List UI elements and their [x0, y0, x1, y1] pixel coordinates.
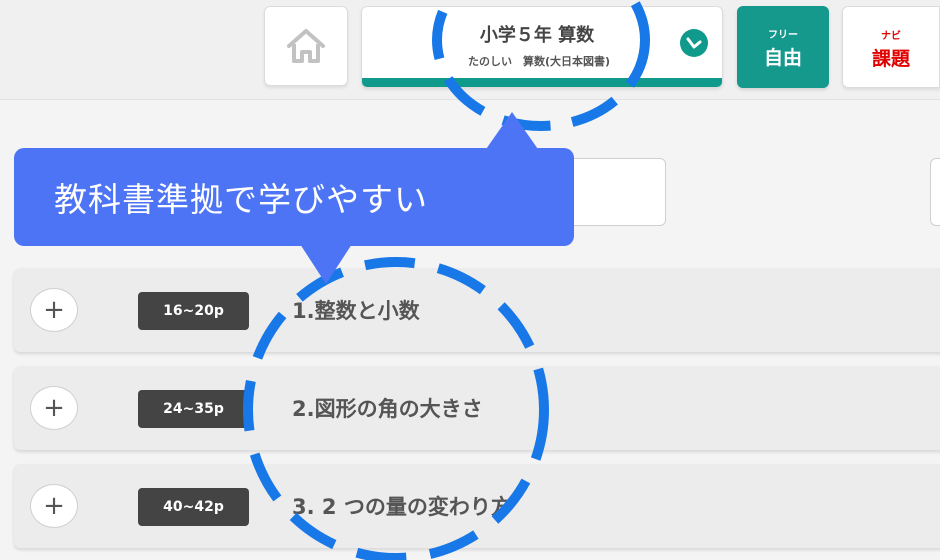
navi-task-label: 課題 [871, 48, 910, 70]
free-mode-small-label: フリー [768, 30, 798, 41]
callout-text: 教科書準拠で学びやすい [54, 180, 428, 219]
page-range-badge: 24~35p [138, 390, 249, 428]
chapter-row[interactable]: + 24~35p 2.図形の角の大きさ [14, 366, 940, 450]
free-mode-label: 自由 [763, 47, 802, 69]
callout-pointer-up [484, 112, 540, 152]
chapter-row[interactable]: + 16~20p 1.整数と小数 [14, 268, 940, 352]
chapter-row[interactable]: + 40~42p 3. 2 つの量の変わり方 [14, 464, 940, 548]
feature-callout: 教科書準拠で学びやすい [14, 148, 574, 246]
expand-plus-icon[interactable]: + [30, 484, 78, 528]
course-selector[interactable]: 小学５年 算数 たのしい 算数(大日本図書) [361, 6, 723, 88]
top-bar: 小学５年 算数 たのしい 算数(大日本図書) フリー 自由 ナビ 課題 [0, 0, 940, 100]
navi-task-button[interactable]: ナビ 課題 [842, 6, 940, 88]
home-button[interactable] [264, 6, 348, 86]
expand-plus-icon[interactable]: + [30, 288, 78, 332]
chapter-title: 2.図形の角の大きさ [292, 397, 483, 421]
course-textbook: たのしい 算数(大日本図書) [467, 55, 611, 68]
check-circle-icon [680, 29, 708, 57]
expand-plus-icon[interactable]: + [30, 386, 78, 430]
course-active-indicator [362, 78, 722, 87]
navi-small-label: ナビ [881, 31, 901, 42]
free-mode-button[interactable]: フリー 自由 [737, 6, 829, 88]
page-range-badge: 40~42p [138, 488, 249, 526]
home-icon [287, 29, 325, 63]
course-title: 小学５年 算数 [479, 25, 595, 46]
chapter-title: 3. 2 つの量の変わり方 [292, 495, 512, 519]
page-range-badge: 16~20p [138, 292, 249, 330]
filter-button[interactable] [930, 158, 940, 226]
chapter-title: 1.整数と小数 [292, 299, 420, 323]
